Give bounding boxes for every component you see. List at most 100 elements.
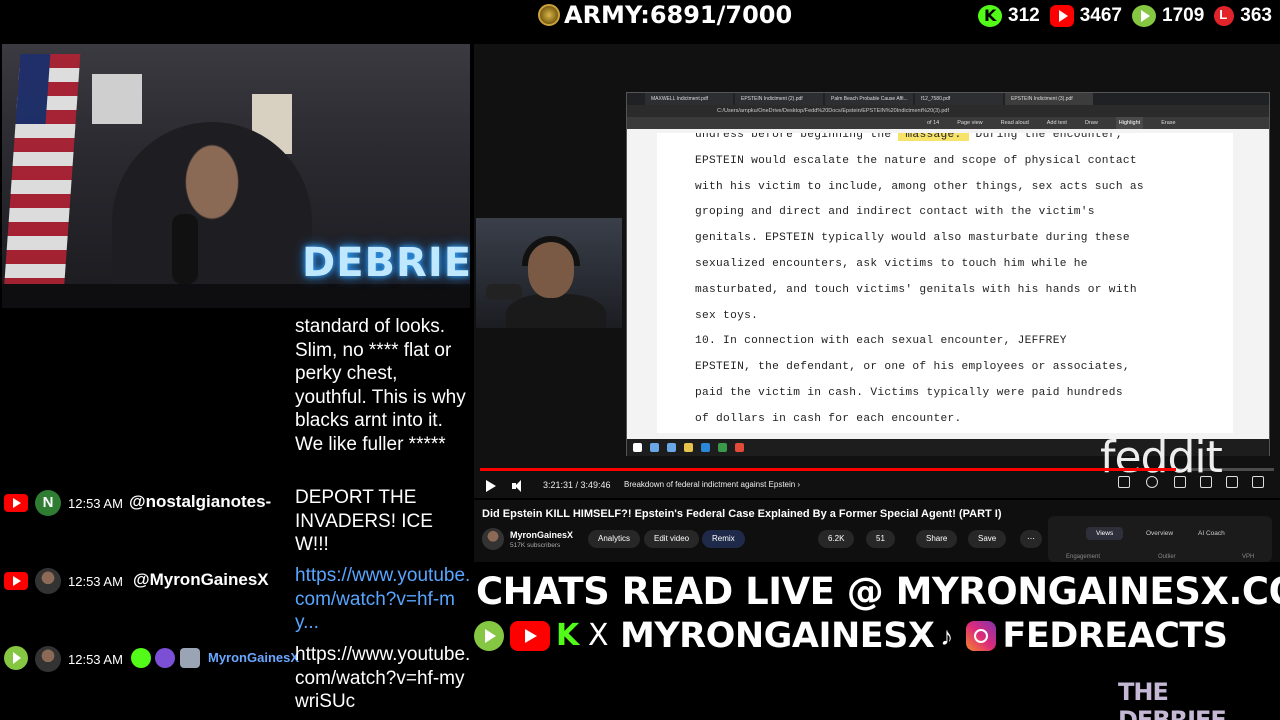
rumble-icon bbox=[4, 646, 28, 670]
analytics-button[interactable]: Analytics bbox=[588, 530, 641, 548]
sub-badge-icon bbox=[180, 648, 200, 668]
like-button[interactable]: 6.2K bbox=[818, 530, 855, 548]
promo-handle-main: MYRONGAINESX bbox=[620, 616, 935, 656]
browser-tab[interactable]: Palm Beach Probable Cause Affi... bbox=[825, 93, 913, 105]
pdf-text-line: groping and direct and indirect contact … bbox=[695, 206, 1095, 219]
page-view-button[interactable]: Page view bbox=[957, 117, 982, 129]
chat-link[interactable]: https://www.youtube.com/watch?v=hf-my... bbox=[295, 564, 471, 635]
pdf-text-line: masturbated, and touch victims' genitals… bbox=[695, 283, 1137, 296]
highlight-button[interactable]: Highlight bbox=[1115, 117, 1144, 129]
youtube-icon bbox=[510, 621, 550, 651]
excel-icon bbox=[718, 443, 727, 452]
promo-socials: K X MYRONGAINESX ♪ FEDREACTS bbox=[474, 614, 1228, 658]
pdf-text-line: sexualized encounters, ask victims to to… bbox=[695, 258, 1088, 270]
read-aloud-button[interactable]: Read aloud bbox=[1001, 117, 1029, 129]
studio-panel: Views Overview AI Coach Engagement Outli… bbox=[1048, 516, 1272, 562]
rumble-icon bbox=[474, 621, 504, 651]
chat-username[interactable]: MyronGainesX bbox=[208, 650, 299, 665]
guest-body bbox=[506, 294, 606, 328]
tab-overview[interactable]: Overview bbox=[1146, 530, 1173, 537]
cast-icon[interactable] bbox=[1226, 476, 1238, 488]
avatar: N bbox=[35, 490, 61, 516]
captions-icon[interactable] bbox=[1118, 476, 1130, 488]
pdf-text-line: 10. In connection with each sexual encou… bbox=[695, 335, 1067, 348]
chapter-title[interactable]: Breakdown of federal indictment against … bbox=[624, 480, 800, 489]
browser-tab-active[interactable]: EPSTEIN Indictment (3).pdf bbox=[1005, 93, 1093, 105]
erase-button[interactable]: Erase bbox=[1161, 117, 1175, 129]
browser-tabs: MAXWELL Indictment.pdf EPSTEIN Indictmen… bbox=[627, 93, 1269, 105]
start-icon bbox=[633, 443, 642, 452]
army-badge-icon bbox=[538, 4, 560, 26]
pdf-text-line: genitals. EPSTEIN typically would also m… bbox=[695, 232, 1130, 245]
stat-youtube: 3467 bbox=[1049, 5, 1123, 27]
browser-tab[interactable]: EPSTEIN Indictment (2).pdf bbox=[735, 93, 823, 105]
browser-window: MAXWELL Indictment.pdf EPSTEIN Indictmen… bbox=[626, 92, 1270, 456]
chat-message-1: N 12:53 AM @nostalgianotes- DEPORT THE I… bbox=[0, 486, 472, 566]
pdf-text-line: with his victim to include, among other … bbox=[695, 180, 1144, 193]
theater-icon[interactable] bbox=[1200, 476, 1212, 488]
stat-kick-value: 312 bbox=[1008, 5, 1040, 26]
microphone bbox=[486, 284, 522, 300]
promo-handle-instagram: FEDREACTS bbox=[1002, 616, 1228, 656]
host-figure bbox=[112, 122, 312, 308]
pdf-text-line: EPSTEIN would escalate the nature and sc… bbox=[695, 154, 1137, 167]
channel-avatar[interactable] bbox=[482, 528, 504, 550]
stat-local-value: 363 bbox=[1240, 5, 1272, 26]
fullscreen-icon[interactable] bbox=[1252, 476, 1264, 488]
pdf-page: undress before beginning the "massage." … bbox=[657, 133, 1233, 433]
rumble-icon bbox=[1132, 5, 1157, 27]
col-vph: VPH bbox=[1242, 554, 1255, 560]
chat-message-text: standard of looks. Slim, no **** flat or… bbox=[295, 316, 466, 455]
stat-rumble: 1709 bbox=[1132, 5, 1204, 27]
folder-icon bbox=[684, 443, 693, 452]
miniplayer-icon[interactable] bbox=[1174, 476, 1186, 488]
browser-tab[interactable]: MAXWELL Indictment.pdf bbox=[645, 93, 733, 105]
army-counter: ARMY:6891/7000 bbox=[538, 0, 792, 30]
progress-bar[interactable] bbox=[480, 468, 1274, 471]
subscriber-count: 517K subscribers bbox=[510, 542, 561, 549]
progress-fill bbox=[480, 468, 1176, 471]
army-label: ARMY:6891/7000 bbox=[564, 1, 793, 29]
stat-local: 363 bbox=[1214, 5, 1272, 27]
stat-rumble-value: 1709 bbox=[1162, 5, 1205, 26]
settings-icon[interactable] bbox=[1146, 476, 1158, 488]
headphones-icon bbox=[522, 236, 580, 266]
avatar bbox=[35, 568, 61, 594]
verified-badge-icon bbox=[131, 648, 151, 668]
pdf-highlight: "massage." bbox=[898, 133, 969, 141]
kick-icon: K bbox=[556, 618, 580, 653]
x-icon: X bbox=[588, 618, 609, 653]
chat-message-text: DEPORT THE INVADERS! ICE W!!! bbox=[295, 487, 433, 555]
address-bar[interactable]: C:/Users/arnpku/OneDrive/Desktop/Fedd%20… bbox=[627, 105, 1269, 117]
chat-message-3: 12:53 AM MyronGainesX https://www.youtub… bbox=[0, 643, 472, 719]
browser-tab[interactable]: f12_7580.pdf bbox=[915, 93, 1003, 105]
share-button[interactable]: Share bbox=[916, 530, 958, 548]
youtube-icon bbox=[1049, 5, 1074, 27]
draw-button[interactable]: Draw bbox=[1085, 117, 1098, 129]
desk bbox=[2, 284, 470, 308]
video-title: Did Epstein KILL HIMSELF?! Epstein's Fed… bbox=[482, 508, 1002, 520]
channel-name[interactable]: MyronGainesX bbox=[510, 530, 573, 540]
col-outlier: Outlier bbox=[1158, 554, 1176, 560]
remix-button[interactable]: Remix bbox=[702, 530, 745, 548]
youtube-icon bbox=[4, 572, 28, 590]
add-text-button[interactable]: Add text bbox=[1047, 117, 1067, 129]
edit-video-button[interactable]: Edit video bbox=[644, 530, 700, 548]
chat-timestamp: 12:53 AM bbox=[68, 574, 123, 589]
play-button[interactable] bbox=[486, 480, 496, 492]
chat-message-2: 12:53 AM @MyronGainesX https://www.youtu… bbox=[0, 564, 472, 644]
volume-icon[interactable] bbox=[512, 480, 526, 492]
chat-username[interactable]: @MyronGainesX bbox=[133, 570, 269, 590]
promo-chats-read-live: CHATS READ LIVE @ MYRONGAINESX.COM bbox=[476, 570, 1280, 613]
save-button[interactable]: Save bbox=[968, 530, 1007, 548]
stat-youtube-value: 3467 bbox=[1079, 5, 1123, 26]
tab-ai-coach[interactable]: AI Coach bbox=[1198, 530, 1225, 537]
microphone bbox=[172, 214, 198, 284]
chat-username[interactable]: @nostalgianotes- bbox=[129, 492, 271, 512]
tab-views[interactable]: Views bbox=[1086, 527, 1124, 540]
video-player[interactable]: MAXWELL Indictment.pdf EPSTEIN Indictmen… bbox=[474, 44, 1280, 498]
more-icon[interactable]: ⋯ bbox=[1020, 530, 1042, 548]
dislike-button[interactable]: 51 bbox=[866, 530, 895, 548]
pdf-text-line: paid the victim in cash. Victims typical… bbox=[695, 387, 1123, 399]
page-indicator: of 14 bbox=[927, 120, 940, 126]
